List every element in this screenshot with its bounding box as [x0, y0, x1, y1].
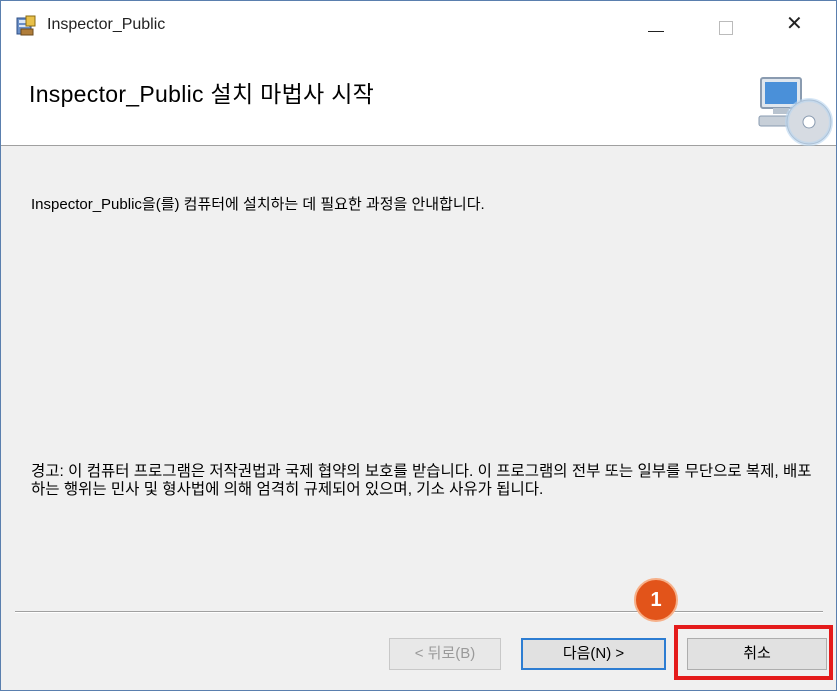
title-bar[interactable]: Inspector_Public ✕ — [1, 1, 836, 45]
maximize-icon — [719, 21, 733, 35]
wizard-title: Inspector_Public 설치 마법사 시작 — [29, 81, 375, 107]
minimize-icon — [648, 31, 664, 32]
next-button[interactable]: 다음(N) > — [521, 638, 666, 670]
computer-cd-icon — [758, 77, 833, 146]
installer-app-icon — [16, 15, 36, 36]
copyright-warning: 경고: 이 컴퓨터 프로그램은 저작권법과 국제 협약의 보호를 받습니다. 이… — [31, 463, 812, 498]
step-marker-badge: 1 — [634, 578, 678, 622]
close-button[interactable]: ✕ — [766, 1, 826, 45]
maximize-button[interactable] — [696, 1, 756, 45]
footer-divider — [15, 611, 823, 613]
close-icon: ✕ — [786, 11, 803, 35]
intro-text: Inspector_Public을(를) 컴퓨터에 설치하는 데 필요한 과정을… — [31, 196, 485, 213]
cancel-highlight-box — [674, 625, 833, 680]
back-button[interactable]: < 뒤로(B) — [389, 638, 501, 670]
window-title: Inspector_Public — [47, 16, 166, 33]
wizard-banner: Inspector_Public 설치 마법사 시작 — [1, 45, 836, 146]
minimize-button[interactable] — [626, 1, 686, 45]
installer-window: Inspector_Public ✕ Inspector_Public 설치 마… — [0, 0, 837, 691]
